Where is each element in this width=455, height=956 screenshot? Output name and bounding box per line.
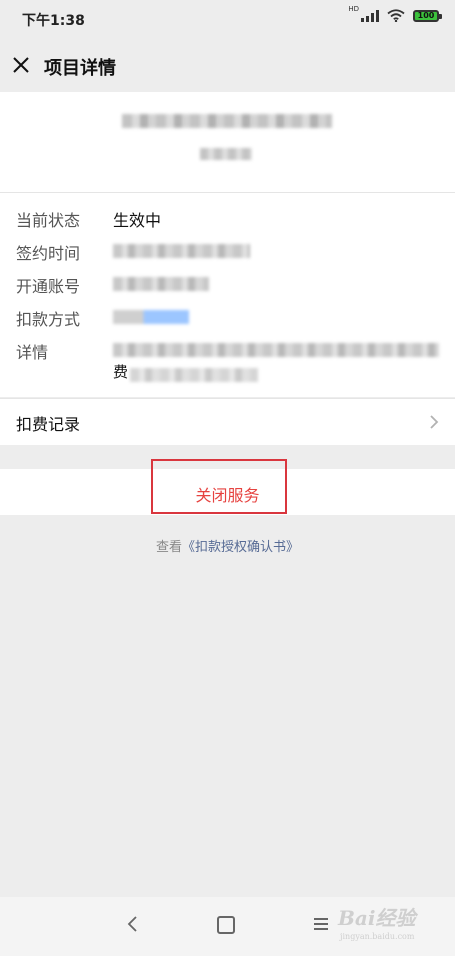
status-value: 生效中 xyxy=(113,211,162,230)
detail-row-description: 详情 费 xyxy=(0,335,455,389)
watermark-url: jingyan.baidu.com xyxy=(340,932,415,941)
close-service-button[interactable]: 关闭服务 xyxy=(0,469,455,515)
battery-level: 100 xyxy=(417,11,435,20)
redacted-account xyxy=(113,277,209,291)
battery-icon: 100 xyxy=(413,9,442,22)
agreement-prefix: 查看 xyxy=(155,540,182,555)
nav-bar: 项目详情 xyxy=(0,40,455,92)
close-icon[interactable] xyxy=(10,54,32,76)
close-service-label: 关闭服务 xyxy=(195,486,260,505)
service-header-card xyxy=(0,92,455,193)
details-card: 当前状态 生效中 签约时间 开通账号 扣款方式 详情 费 xyxy=(0,193,455,397)
watermark-text: Bai经验 xyxy=(338,906,416,930)
redacted-description-line1 xyxy=(113,343,439,357)
status-label: 当前状态 xyxy=(16,211,81,230)
watermark-logo: Bai经验 jingyan.baidu.com xyxy=(338,902,438,946)
redacted-sign-time xyxy=(113,244,250,258)
fee-record-row[interactable]: 扣费记录 xyxy=(0,398,455,445)
agreement-text: 查看《扣款授权确认书》 xyxy=(0,536,455,555)
payment-method-label: 扣款方式 xyxy=(16,310,81,329)
redacted-description-line2 xyxy=(130,368,258,382)
page-title: 项目详情 xyxy=(44,58,116,79)
network-hd-label: HD xyxy=(348,5,359,13)
status-time: 下午1:38 xyxy=(22,13,85,29)
detail-row-payment: 扣款方式 xyxy=(0,302,455,332)
sign-time-label: 签约时间 xyxy=(16,244,81,263)
menu-icon[interactable] xyxy=(314,918,328,930)
chevron-right-icon xyxy=(430,415,439,429)
detail-row-account: 开通账号 xyxy=(0,269,455,299)
redacted-service-amount xyxy=(200,148,252,160)
description-label: 详情 xyxy=(16,343,49,362)
home-icon[interactable] xyxy=(217,916,235,934)
authorization-agreement-link[interactable]: 《扣款授权确认书》 xyxy=(182,540,299,555)
detail-row-sign-time: 签约时间 xyxy=(0,236,455,266)
redacted-payment-method xyxy=(113,310,189,324)
wifi-icon xyxy=(387,9,405,22)
description-fee-char: 费 xyxy=(113,363,129,381)
signal-icon xyxy=(361,9,379,22)
redacted-service-name xyxy=(122,114,332,128)
status-icons: HD 100 xyxy=(348,5,442,22)
account-label: 开通账号 xyxy=(16,277,81,296)
status-bar: 下午1:38 HD 100 xyxy=(0,0,455,40)
back-icon[interactable] xyxy=(124,913,140,935)
fee-record-label: 扣费记录 xyxy=(16,415,81,434)
detail-row-status: 当前状态 生效中 xyxy=(0,203,455,233)
